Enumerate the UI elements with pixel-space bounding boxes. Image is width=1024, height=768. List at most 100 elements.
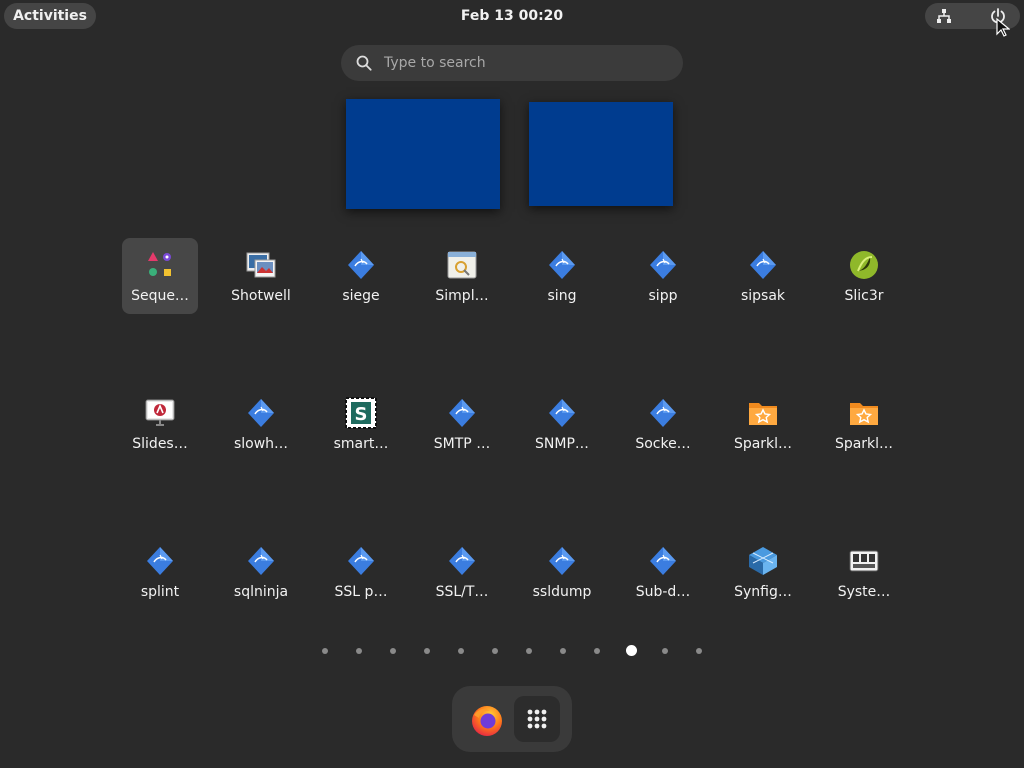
dash bbox=[452, 686, 572, 752]
app-tile[interactable]: Sparkl… bbox=[826, 386, 902, 462]
kali-app-icon bbox=[345, 545, 377, 577]
app-tile[interactable]: sing bbox=[524, 238, 600, 314]
slides-icon bbox=[144, 397, 176, 429]
app-label: sing bbox=[547, 288, 577, 304]
kali-app-icon bbox=[647, 545, 679, 577]
sparkleshare-folder-icon bbox=[848, 397, 880, 429]
page-dot[interactable] bbox=[560, 648, 566, 654]
kali-app-icon bbox=[345, 249, 377, 281]
page-dot[interactable] bbox=[594, 648, 600, 654]
app-label: Synfig… bbox=[734, 584, 792, 600]
page-indicators bbox=[315, 642, 715, 660]
page-dot[interactable] bbox=[322, 648, 328, 654]
network-wired-icon bbox=[936, 8, 952, 28]
show-apps-grid-icon[interactable] bbox=[514, 696, 560, 742]
app-tile[interactable]: Seque… bbox=[122, 238, 198, 314]
app-tile[interactable]: SSL/T… bbox=[424, 534, 500, 610]
app-label: SSL/T… bbox=[435, 584, 489, 600]
app-label: SNMP… bbox=[535, 436, 589, 452]
app-label: Shotwell bbox=[231, 288, 291, 304]
app-tile[interactable]: Socke… bbox=[625, 386, 701, 462]
activities-button[interactable]: Activities bbox=[4, 3, 96, 29]
smartctl-icon: S bbox=[345, 397, 377, 429]
clock[interactable]: Feb 13 00:20 bbox=[412, 0, 612, 32]
kali-app-icon bbox=[647, 249, 679, 281]
app-tile[interactable]: sipp bbox=[625, 238, 701, 314]
kali-app-icon bbox=[446, 545, 478, 577]
app-label: slowh… bbox=[233, 436, 289, 452]
workspace-thumbnail-2[interactable] bbox=[529, 102, 673, 206]
kali-app-icon bbox=[546, 397, 578, 429]
app-label: ssldump bbox=[532, 584, 592, 600]
app-tile[interactable]: Slides… bbox=[122, 386, 198, 462]
page-dot[interactable] bbox=[526, 648, 532, 654]
app-tile[interactable]: sqlninja bbox=[223, 534, 299, 610]
top-bar: Activities Feb 13 00:20 bbox=[0, 0, 1024, 32]
synfig-icon bbox=[747, 545, 779, 577]
workspace-thumbnail-1[interactable] bbox=[346, 99, 500, 209]
app-label: sqlninja bbox=[233, 584, 289, 600]
page-dot[interactable] bbox=[356, 648, 362, 654]
search-input[interactable]: Type to search bbox=[341, 45, 683, 81]
kali-app-icon bbox=[747, 249, 779, 281]
kali-app-icon bbox=[144, 545, 176, 577]
app-tile[interactable]: SMTP … bbox=[424, 386, 500, 462]
page-dot[interactable] bbox=[662, 648, 668, 654]
shotwell-icon bbox=[245, 249, 277, 281]
app-tile[interactable]: Synfig… bbox=[725, 534, 801, 610]
mouse-pointer-icon bbox=[996, 17, 1011, 42]
page-dot[interactable] bbox=[424, 648, 430, 654]
app-tile[interactable]: ssldump bbox=[524, 534, 600, 610]
app-label: Sparkl… bbox=[834, 436, 894, 452]
app-tile[interactable]: SNMP… bbox=[524, 386, 600, 462]
app-tile[interactable]: splint bbox=[122, 534, 198, 610]
app-label: Slic3r bbox=[844, 288, 884, 304]
app-label: Sub-d… bbox=[635, 584, 691, 600]
app-tile[interactable]: Sub-d… bbox=[625, 534, 701, 610]
app-grid: Seque… Shotwell siege Simpl… sing sipp sipsak S… bbox=[109, 238, 919, 618]
kali-app-icon bbox=[546, 249, 578, 281]
page-dot[interactable] bbox=[492, 648, 498, 654]
page-dot[interactable] bbox=[390, 648, 396, 654]
app-label: sipp bbox=[648, 288, 678, 304]
page-dot[interactable] bbox=[696, 648, 702, 654]
app-label: Slides… bbox=[132, 436, 188, 452]
sequeler-icon bbox=[144, 249, 176, 281]
simple-scan-icon bbox=[446, 249, 478, 281]
firefox-icon[interactable] bbox=[468, 701, 506, 739]
app-tile[interactable]: siege bbox=[323, 238, 399, 314]
kali-app-icon bbox=[546, 545, 578, 577]
app-label: SSL p… bbox=[334, 584, 388, 600]
app-tile[interactable]: Slic3r bbox=[826, 238, 902, 314]
app-label: splint bbox=[140, 584, 180, 600]
app-tile[interactable]: slowh… bbox=[223, 386, 299, 462]
app-tile[interactable]: Sparkl… bbox=[725, 386, 801, 462]
system-profiler-icon bbox=[848, 545, 880, 577]
kali-app-icon bbox=[647, 397, 679, 429]
app-label: Syste… bbox=[837, 584, 891, 600]
svg-text:S: S bbox=[355, 404, 368, 425]
page-dot[interactable] bbox=[458, 648, 464, 654]
app-tile[interactable]: Shotwell bbox=[223, 238, 299, 314]
app-tile[interactable]: sipsak bbox=[725, 238, 801, 314]
sparkleshare-folder-icon bbox=[747, 397, 779, 429]
app-label: Simpl… bbox=[435, 288, 489, 304]
app-label: Seque… bbox=[131, 288, 189, 304]
slic3r-icon bbox=[848, 249, 880, 281]
app-tile[interactable]: SSL p… bbox=[323, 534, 399, 610]
app-label: sipsak bbox=[740, 288, 786, 304]
search-placeholder: Type to search bbox=[384, 55, 486, 71]
kali-app-icon bbox=[446, 397, 478, 429]
page-dot-active[interactable] bbox=[625, 645, 637, 656]
app-label: Sparkl… bbox=[733, 436, 793, 452]
search-icon bbox=[355, 54, 373, 76]
kali-app-icon bbox=[245, 545, 277, 577]
app-tile[interactable]: Ssmart… bbox=[323, 386, 399, 462]
app-label: Socke… bbox=[635, 436, 691, 452]
app-label: SMTP … bbox=[433, 436, 491, 452]
kali-app-icon bbox=[245, 397, 277, 429]
app-label: smart… bbox=[333, 436, 389, 452]
app-tile[interactable]: Syste… bbox=[826, 534, 902, 610]
app-tile[interactable]: Simpl… bbox=[424, 238, 500, 314]
app-label: siege bbox=[342, 288, 380, 304]
